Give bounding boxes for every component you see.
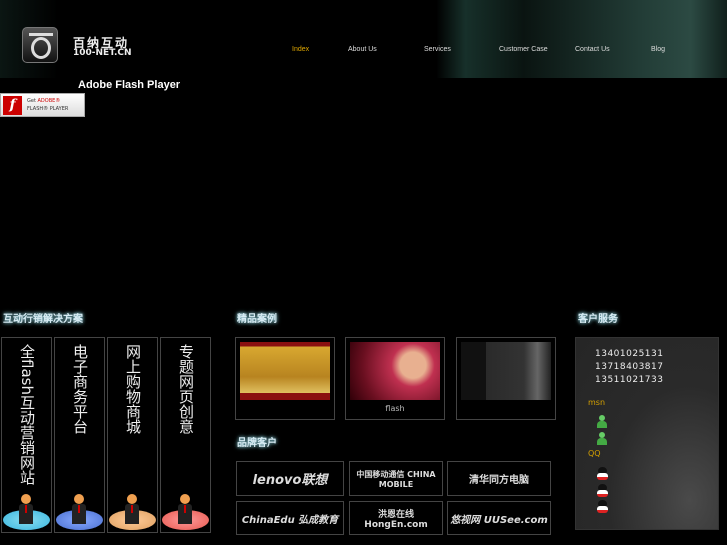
case-item[interactable] xyxy=(235,337,335,420)
nav-about-us[interactable]: About Us xyxy=(348,46,377,53)
case-item[interactable] xyxy=(456,337,556,420)
brand-logo-china-mobile[interactable]: 中国移动通信 CHINA MOBILE xyxy=(349,461,443,496)
businessman-icon xyxy=(71,494,87,524)
header: 百纳互动 100-NET.CN Index About Us Services … xyxy=(0,0,727,78)
qq-icon[interactable] xyxy=(597,484,608,497)
solution-item[interactable]: 电子商务平台 xyxy=(54,337,105,533)
qq-label: QQ xyxy=(588,449,601,458)
badge-get: Get xyxy=(27,98,36,104)
nav-customer-case[interactable]: Customer Case xyxy=(499,46,548,53)
brand-logo-chinaedu[interactable]: ChinaEdu 弘成教育 xyxy=(236,501,344,535)
flash-title: Adobe Flash Player xyxy=(78,79,181,91)
nav-blog[interactable]: Blog xyxy=(651,46,665,53)
case-caption: flash xyxy=(385,404,405,413)
flash-icon: f xyxy=(3,96,22,115)
phone-number: 13401025131 xyxy=(595,349,664,359)
brand-logo-uusee[interactable]: 悠视网 UUSee.com xyxy=(447,501,551,535)
solution-item[interactable]: 全flash互动营销网站 xyxy=(1,337,52,533)
customer-service-panel: 13401025131 13718403817 13511021733 msn … xyxy=(575,337,719,530)
service-title: 客户服务 xyxy=(578,314,618,325)
badge-adobe: ADOBE® xyxy=(37,98,61,104)
brand-logo-tongfang[interactable]: 清华同方电脑 xyxy=(447,461,551,496)
brand-logo-lenovo[interactable]: lenovo联想 xyxy=(236,461,344,496)
brands-title: 品牌客户 xyxy=(237,438,277,449)
get-flash-player-button[interactable]: f Get ADOBE® FLASH® PLAYER xyxy=(0,93,85,117)
phone-number: 13511021733 xyxy=(595,375,664,385)
cases-title: 精品案例 xyxy=(237,314,277,325)
brand-name-en: 100-NET.CN xyxy=(73,48,132,58)
case-item[interactable]: flash xyxy=(345,337,445,420)
qq-icon[interactable] xyxy=(597,467,608,480)
case-thumbnail xyxy=(350,342,440,400)
solution-label: 全flash互动营销网站 xyxy=(18,344,36,485)
nav-services[interactable]: Services xyxy=(424,46,451,53)
solution-item[interactable]: 专题网页创意 xyxy=(160,337,211,533)
nav-contact-us[interactable]: Contact Us xyxy=(575,46,610,53)
msn-label: msn xyxy=(588,398,606,407)
solutions-title: 互动行销解决方案 xyxy=(3,314,83,325)
case-thumbnail xyxy=(461,342,551,400)
case-thumbnail xyxy=(240,342,330,400)
phone-number: 13718403817 xyxy=(595,362,664,372)
businessman-icon xyxy=(18,494,34,524)
badge-player: FLASH® PLAYER xyxy=(27,106,69,112)
solution-label: 网上购物商城 xyxy=(124,344,142,434)
nav-index[interactable]: Index xyxy=(292,46,309,53)
qq-icon[interactable] xyxy=(597,500,608,513)
businessman-icon xyxy=(124,494,140,524)
solution-label: 电子商务平台 xyxy=(71,344,89,434)
msn-icon[interactable] xyxy=(597,415,607,428)
logo-icon[interactable] xyxy=(22,27,58,63)
solution-item[interactable]: 网上购物商城 xyxy=(107,337,158,533)
brand-logo-hongen[interactable]: 洪恩在线 HongEn.com xyxy=(349,501,443,535)
businessman-icon xyxy=(177,494,193,524)
solution-label: 专题网页创意 xyxy=(177,344,195,434)
msn-icon[interactable] xyxy=(597,432,607,445)
